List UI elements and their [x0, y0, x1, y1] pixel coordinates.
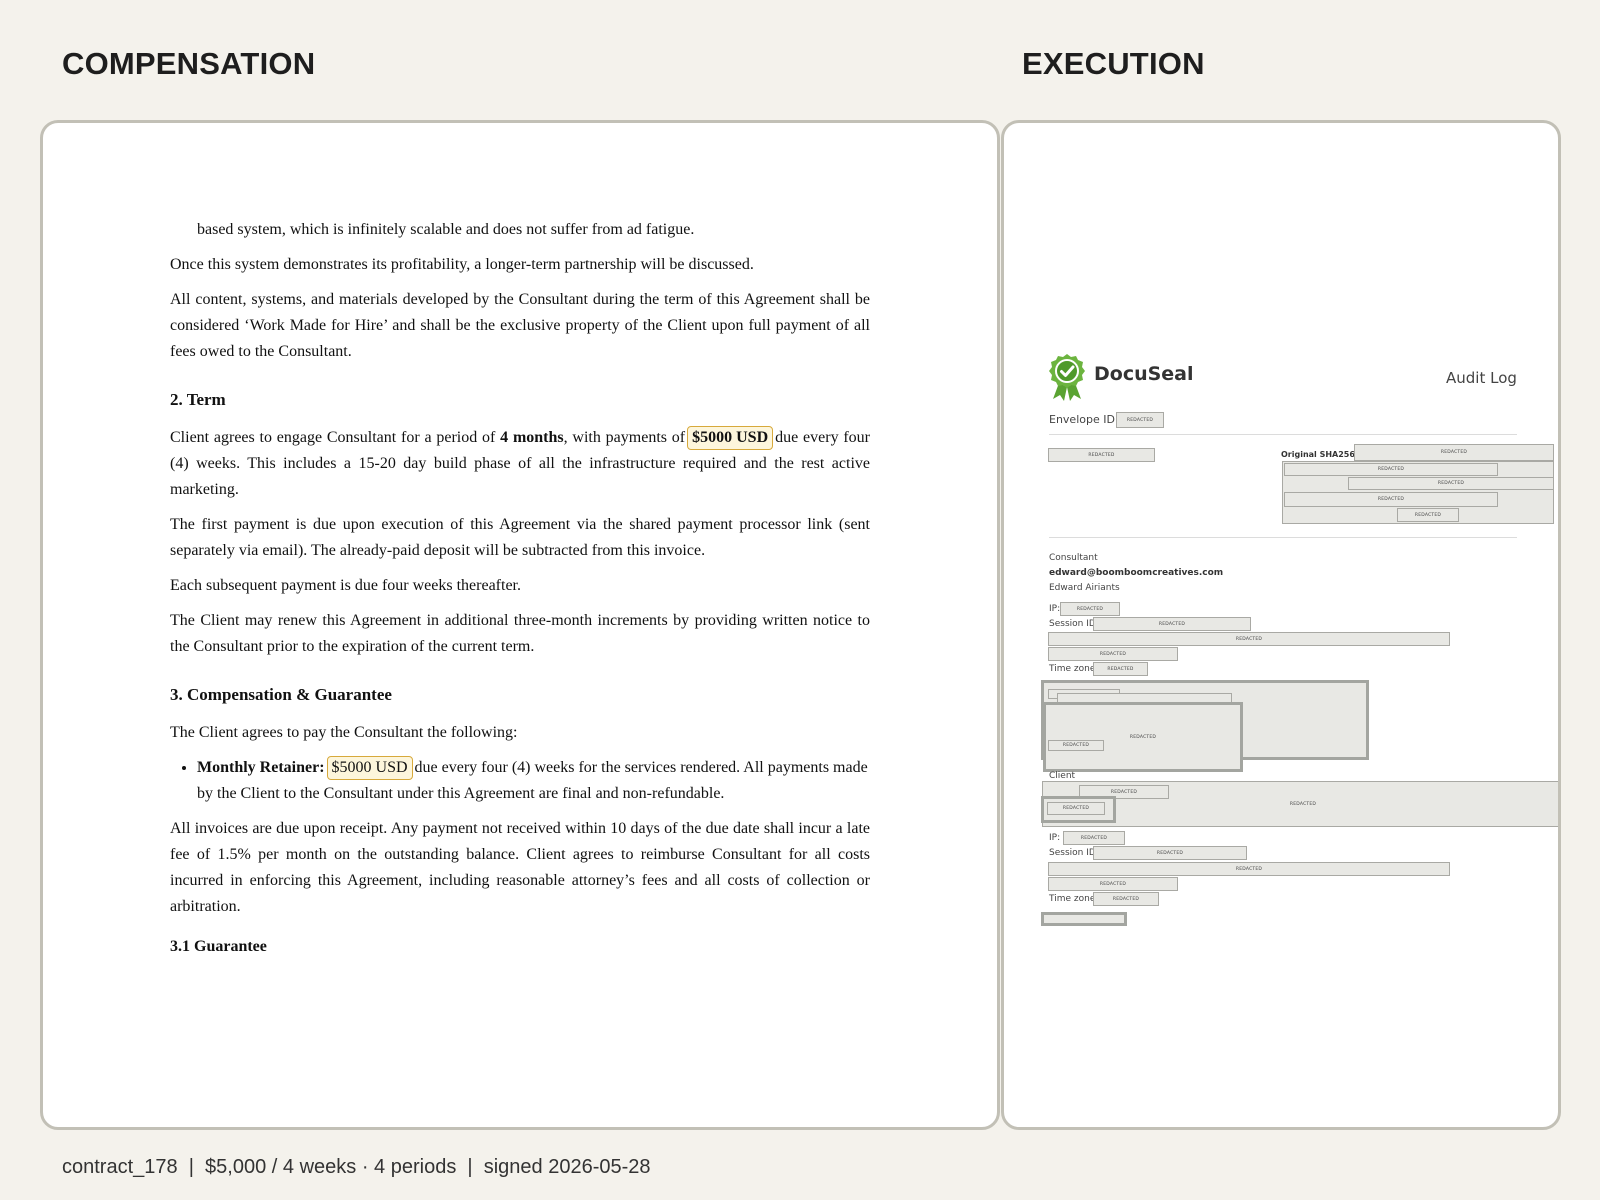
client-role: Client [1049, 771, 1076, 781]
redacted-block: REDACTED [1048, 448, 1155, 462]
redacted-envelope-id: REDACTED [1116, 412, 1164, 428]
consultant-email: edward@boomboomcreatives.com [1049, 568, 1224, 578]
redacted-client-name: REDACTED [1047, 802, 1105, 815]
paragraph-work-for-hire: All content, systems, and materials deve… [170, 291, 870, 360]
retainer-amount-highlight: $5000 USD [326, 756, 413, 780]
cut-off-line-text: based system, which is infinitely scalab… [197, 223, 695, 238]
redacted-sha-line-2: REDACTED [1284, 463, 1498, 476]
redacted-client-timezone: REDACTED [1093, 892, 1159, 906]
paragraph-term-period: Client agrees to engage Consultant for a… [170, 425, 870, 503]
redacted-sha-line-5: REDACTED [1397, 508, 1459, 522]
consultant-timezone-label: Time zone: [1049, 664, 1099, 674]
client-session-label: Session ID: [1049, 848, 1099, 858]
redacted-sha-line-1: REDACTED [1354, 444, 1554, 461]
consultant-ip-label: IP: [1049, 604, 1061, 614]
audit-log-panel: DocuSeal Audit Log Envelope ID: REDACTED… [1001, 120, 1561, 1130]
retainer-list-item: Monthly Retainer:$5000 USDdue every four… [197, 755, 870, 807]
redacted-consultant-timezone: REDACTED [1093, 662, 1148, 676]
redacted-consultant-ip: REDACTED [1060, 602, 1120, 616]
guarantee-heading: 3.1 Guarantee [170, 938, 267, 955]
redacted-client-extra: REDACTED [1048, 877, 1178, 891]
term-heading: 2. Term [170, 390, 226, 409]
paragraph-subsequent-payment: Each subsequent payment is due four week… [170, 577, 521, 594]
paragraph-agrees-to-pay: The Client agrees to pay the Consultant … [170, 724, 518, 741]
audit-log-title: Audit Log [1446, 369, 1517, 387]
contract-document: based system, which is infinitely scalab… [170, 223, 870, 960]
footer-summary: contract_178 | $5,000 / 4 weeks · 4 peri… [62, 1156, 651, 1178]
redacted-signature-image: REDACTED [1043, 702, 1243, 772]
redacted-client-session: REDACTED [1093, 846, 1247, 860]
paragraph-first-payment: The first payment is due upon execution … [170, 516, 870, 559]
redacted-consultant-extra: REDACTED [1048, 647, 1178, 661]
paragraph-invoices: All invoices are due upon receipt. Any p… [170, 820, 870, 915]
docuseal-badge-icon [1049, 354, 1085, 401]
contract-page-panel: based system, which is infinitely scalab… [40, 120, 1000, 1130]
sha256-label: Original SHA256: [1281, 450, 1359, 459]
redacted-sha-line-3: REDACTED [1348, 477, 1554, 490]
redacted-signature-caption: REDACTED [1048, 740, 1104, 751]
paragraph-renewal: The Client may renew this Agreement in a… [170, 612, 870, 655]
compensation-heading: 3. Compensation & Guarantee [170, 685, 392, 704]
term-payment-amount-highlight: $5000 USD [687, 426, 774, 450]
paragraph-once: Once this system demonstrates its profit… [170, 256, 754, 273]
consultant-name: Edward Airiants [1049, 583, 1120, 593]
redacted-client-ip: REDACTED [1063, 831, 1125, 845]
redacted-consultant-agent: REDACTED [1048, 632, 1450, 646]
redacted-client-signature-frame [1041, 912, 1127, 926]
divider [1049, 434, 1517, 435]
redacted-consultant-session: REDACTED [1093, 617, 1251, 631]
term-text-c: , with payments of [563, 429, 686, 446]
cut-off-line: based system, which is infinitely scalab… [197, 223, 870, 243]
docuseal-brand: DocuSeal [1094, 363, 1194, 385]
compensation-list: Monthly Retainer:$5000 USDdue every four… [170, 755, 870, 807]
redacted-client-agent: REDACTED [1048, 862, 1450, 876]
envelope-id-label: Envelope ID: [1049, 413, 1119, 426]
redacted-sha-line-4: REDACTED [1284, 492, 1498, 507]
client-timezone-label: Time zone: [1049, 894, 1099, 904]
divider [1049, 537, 1517, 538]
section-heading-execution: EXECUTION [1022, 46, 1205, 81]
consultant-role: Consultant [1049, 553, 1098, 563]
retainer-label: Monthly Retainer: [197, 759, 325, 776]
term-duration: 4 months [500, 429, 564, 446]
client-ip-label: IP: [1049, 833, 1061, 843]
section-heading-compensation: COMPENSATION [62, 46, 316, 81]
term-text-a: Client agrees to engage Consultant for a… [170, 429, 501, 446]
consultant-session-label: Session ID: [1049, 619, 1099, 629]
